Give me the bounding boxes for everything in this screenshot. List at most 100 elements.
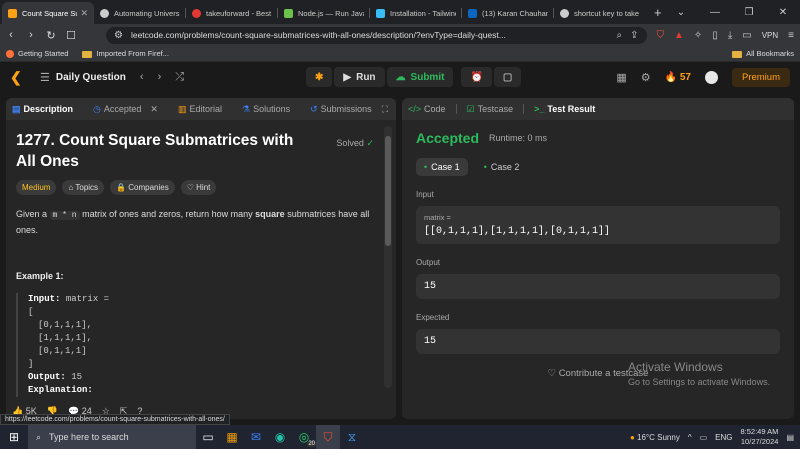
streak-counter[interactable]: 🔥 57 bbox=[665, 72, 691, 83]
sun-icon: ● bbox=[629, 432, 635, 442]
lock-icon: 🔒 bbox=[116, 183, 127, 192]
language[interactable]: ENG bbox=[715, 433, 732, 442]
tab-description[interactable]: ▤ Description bbox=[12, 104, 73, 115]
mail-icon[interactable]: ✉ bbox=[244, 425, 268, 449]
edge-icon[interactable]: ◉ bbox=[268, 425, 292, 449]
new-tab-icon[interactable]: + bbox=[654, 5, 662, 20]
tab-submissions[interactable]: ↺ Submissions bbox=[310, 104, 372, 115]
close-window-icon[interactable]: ✕ bbox=[766, 7, 800, 18]
firefox-icon bbox=[6, 50, 14, 58]
rewards-icon[interactable]: ▲ bbox=[674, 30, 684, 41]
menu-icon[interactable]: ≡ bbox=[788, 30, 794, 41]
tab-title: Node.js — Run JavaS bbox=[298, 8, 364, 18]
vpn-button[interactable]: VPN bbox=[762, 31, 778, 40]
topics-tag[interactable]: ⌂ Topics bbox=[62, 180, 105, 195]
zoom-icon[interactable]: ⌕ bbox=[617, 30, 623, 41]
chevron-up-icon[interactable]: ^ bbox=[688, 433, 692, 442]
shuffle-icon[interactable]: ⤮ bbox=[175, 71, 184, 84]
weather[interactable]: ● 16°C Sunny bbox=[630, 433, 680, 442]
bookmark-getting-started[interactable]: Getting Started bbox=[6, 49, 68, 58]
restore-icon[interactable]: ❐ bbox=[732, 7, 766, 18]
favicon-icon bbox=[560, 8, 569, 18]
problem-tags: Medium ⌂ Topics 🔒 Companies ♡ Hint bbox=[16, 180, 386, 195]
next-problem-icon[interactable]: › bbox=[158, 71, 162, 83]
vscode-icon[interactable]: ⧖ bbox=[340, 425, 364, 449]
network-icon[interactable]: ▭ bbox=[700, 433, 708, 442]
browser-tab[interactable]: Node.js — Run JavaS bbox=[278, 2, 370, 24]
problem-list-icon[interactable]: ☰ bbox=[40, 71, 50, 84]
clock[interactable]: 8:52:49 AM 10/27/2024 bbox=[740, 427, 778, 447]
store-icon[interactable]: ▦ bbox=[220, 425, 244, 449]
brave-icon[interactable]: ⛉ bbox=[316, 425, 340, 449]
folder-icon bbox=[732, 50, 743, 58]
avatar[interactable] bbox=[704, 70, 718, 84]
problem-title[interactable]: 1277. Count Square Submatrices with All … bbox=[16, 130, 316, 172]
debug-icon[interactable]: ✱ bbox=[306, 67, 333, 87]
leetcode-navbar: ❮ ☰ Daily Question ‹ › ⤮ ✱ ▶ Run ☁ Submit … bbox=[0, 62, 800, 92]
submit-button[interactable]: ☁ Submit bbox=[386, 67, 454, 87]
tab-code[interactable]: </> Code bbox=[408, 104, 446, 114]
site-settings-icon[interactable]: ⚙ bbox=[114, 30, 123, 41]
taskbar-search[interactable]: ⌕ Type here to search bbox=[28, 425, 196, 449]
start-icon[interactable]: ⊞ bbox=[0, 430, 28, 444]
leetcode-logo-icon[interactable]: ❮ bbox=[10, 69, 26, 85]
close-tab-icon[interactable]: ✕ bbox=[150, 104, 158, 115]
folder-icon bbox=[82, 50, 93, 58]
extensions-icon[interactable]: ✧ bbox=[694, 30, 702, 41]
minimize-icon[interactable]: — bbox=[698, 7, 732, 18]
case-1-tab[interactable]: • Case 1 bbox=[416, 158, 468, 176]
layout-icon[interactable]: ▦ bbox=[616, 71, 626, 84]
hint-tag[interactable]: ♡ Hint bbox=[180, 180, 217, 195]
share-icon[interactable]: ⇪ bbox=[630, 30, 638, 41]
run-submit-group: ✱ ▶ Run ☁ Submit ⏰ ▢ bbox=[306, 67, 522, 87]
daily-question-link[interactable]: Daily Question bbox=[56, 72, 126, 83]
browser-tab[interactable]: Automating Univers bbox=[94, 2, 186, 24]
test-result-content: Accepted Runtime: 0 ms • Case 1 • Case 2 I… bbox=[402, 120, 794, 389]
notifications-icon[interactable]: ▤ bbox=[786, 433, 794, 442]
settings-icon[interactable]: ⚙ bbox=[641, 71, 651, 84]
run-button[interactable]: ▶ Run bbox=[334, 67, 385, 87]
lightbulb-icon: ♡ bbox=[186, 183, 194, 192]
sidebar-icon[interactable]: ▯ bbox=[712, 30, 718, 41]
browser-tab[interactable]: Installation - Tailwind bbox=[370, 2, 462, 24]
tab-editorial[interactable]: ▥ Editorial bbox=[178, 104, 222, 115]
browser-tab-active[interactable]: Count Square Su ✕ bbox=[2, 2, 94, 24]
premium-button[interactable]: Premium bbox=[731, 67, 790, 87]
book-icon: ▥ bbox=[177, 103, 187, 114]
forward-icon[interactable]: › bbox=[26, 29, 36, 41]
tab-test-result[interactable]: >_ Test Result bbox=[534, 104, 595, 114]
browser-tab[interactable]: takeuforward - Best bbox=[186, 2, 278, 24]
wallet-icon[interactable]: ▭ bbox=[742, 30, 751, 41]
tab-accepted[interactable]: ◷ Accepted ✕ bbox=[93, 104, 158, 115]
tab-title: shortcut key to take bbox=[574, 8, 640, 18]
url-field[interactable]: ⚙ leetcode.com/problems/count-square-sub… bbox=[106, 26, 647, 44]
bookmark-imported[interactable]: Imported From Firef... bbox=[82, 49, 169, 58]
case-2-tab[interactable]: • Case 2 bbox=[476, 158, 528, 176]
notes-icon[interactable]: ▢ bbox=[493, 67, 522, 87]
browser-tab[interactable]: (13) Karan Chauhan bbox=[462, 2, 554, 24]
back-icon[interactable]: ‹ bbox=[6, 29, 16, 41]
brave-shield-icon[interactable]: ⛉ bbox=[657, 30, 665, 41]
flask-icon: ⚗ bbox=[242, 103, 251, 114]
maximize-icon[interactable]: ⛶ bbox=[382, 104, 388, 115]
address-bar-row: ‹ › ↻ ☐ ⚙ leetcode.com/problems/count-sq… bbox=[0, 24, 800, 46]
description-scrollbar[interactable] bbox=[384, 126, 392, 388]
tab-testcase[interactable]: ☑ Testcase bbox=[467, 104, 514, 115]
prev-problem-icon[interactable]: ‹ bbox=[140, 71, 144, 83]
tab-solutions[interactable]: ⚗ Solutions bbox=[242, 104, 290, 115]
browser-tab-strip: Count Square Su ✕ Automating Univers take… bbox=[0, 0, 800, 24]
reload-icon[interactable]: ↻ bbox=[46, 29, 56, 42]
companies-tag[interactable]: 🔒 Companies bbox=[110, 180, 175, 195]
all-bookmarks[interactable]: All Bookmarks bbox=[732, 49, 794, 58]
tab-title: takeuforward - Best bbox=[206, 8, 272, 18]
task-view-icon[interactable]: ▭ bbox=[196, 425, 220, 449]
close-tab-icon[interactable]: ✕ bbox=[80, 8, 88, 19]
bookmark-icon[interactable]: ☐ bbox=[66, 29, 76, 42]
whatsapp-icon[interactable]: ◎ 20 bbox=[292, 425, 316, 449]
whatsapp-badge: 20 bbox=[307, 441, 316, 447]
timer-icon[interactable]: ⏰ bbox=[461, 67, 492, 87]
tab-search-icon[interactable]: ⌄ bbox=[664, 7, 698, 18]
favicon-icon bbox=[284, 8, 293, 18]
browser-tab[interactable]: shortcut key to take bbox=[554, 2, 646, 24]
downloads-icon[interactable]: ⤓ bbox=[728, 30, 732, 41]
